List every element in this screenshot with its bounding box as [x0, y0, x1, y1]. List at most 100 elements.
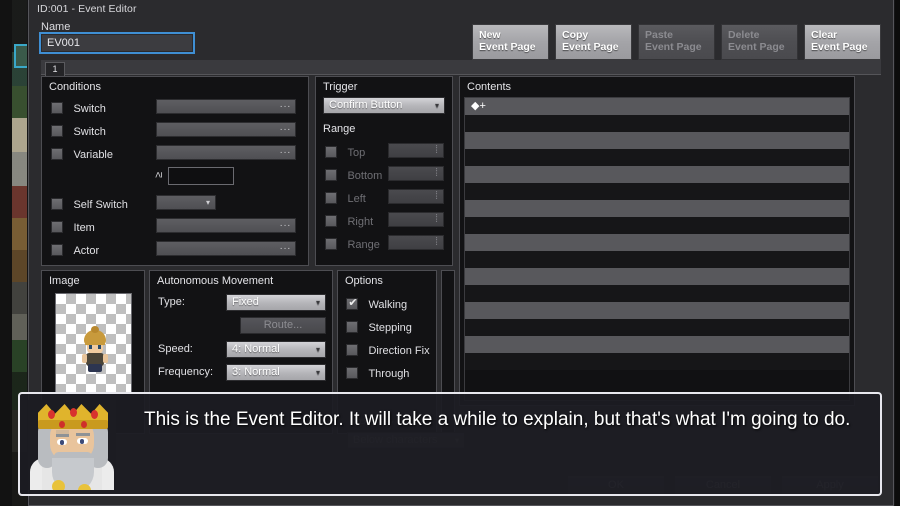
through-label: Through [368, 368, 410, 380]
copy-event-page-line1: Copy [562, 29, 589, 41]
options-title: Options [345, 275, 383, 287]
contents-row[interactable] [465, 115, 849, 132]
range-top-checkbox [325, 146, 337, 158]
autonomous-movement-title: Autonomous Movement [157, 275, 274, 287]
self-switch-select[interactable] [156, 195, 216, 210]
name-input[interactable]: EV001 [41, 34, 193, 52]
switch-1-checkbox[interactable] [51, 102, 63, 114]
switch-2-field[interactable]: ··· [156, 122, 296, 137]
contents-title: Contents [467, 81, 512, 93]
variable-checkbox[interactable] [51, 148, 63, 160]
trigger-title: Trigger [323, 81, 358, 93]
self-switch-label: Self Switch [73, 199, 128, 211]
range-left-input [388, 189, 444, 204]
item-ellipsis-icon: ··· [279, 220, 291, 231]
direction-fix-checkbox[interactable] [346, 344, 358, 356]
copy-event-page-button[interactable]: Copy Event Page [555, 24, 632, 60]
through-checkbox[interactable] [346, 367, 358, 379]
comparison-operator[interactable]: ≥ [153, 172, 165, 178]
actor-field[interactable]: ··· [156, 241, 296, 256]
contents-row[interactable] [465, 302, 849, 319]
movement-speed-select[interactable]: 4: Normal [226, 341, 326, 358]
range-bottom-label: Bottom [347, 170, 383, 182]
condition-row-variable[interactable]: Variable [51, 145, 113, 161]
stepping-label: Stepping [368, 322, 412, 334]
contents-row[interactable] [465, 132, 849, 149]
item-checkbox[interactable] [51, 221, 63, 233]
contents-row[interactable] [465, 200, 849, 217]
new-event-page-button[interactable]: New Event Page [472, 24, 549, 60]
switch-1-field[interactable]: ··· [156, 99, 296, 114]
event-page-toolbar: New Event Page Copy Event Page Paste Eve… [472, 24, 881, 60]
comparison-value-input[interactable] [168, 167, 234, 185]
contents-row[interactable] [465, 319, 849, 336]
range-row-bottom: Bottom [325, 166, 382, 182]
contents-row[interactable] [465, 234, 849, 251]
condition-row-item[interactable]: Item [51, 218, 95, 234]
condition-row-switch-2[interactable]: Switch [51, 122, 106, 138]
clear-event-page-line1: Clear [811, 29, 838, 41]
condition-row-actor[interactable]: Actor [51, 241, 99, 257]
contents-row[interactable] [465, 268, 849, 285]
contents-row[interactable] [465, 183, 849, 200]
contents-row[interactable]: ◆+ [465, 98, 849, 115]
paste-event-page-button: Paste Event Page [638, 24, 715, 60]
contents-row[interactable] [465, 166, 849, 183]
message-box[interactable]: This is the Event Editor. It will take a… [18, 392, 882, 496]
movement-frequency-select[interactable]: 3: Normal [226, 364, 326, 381]
movement-speed-label: Speed: [158, 343, 193, 355]
movement-type-label: Type: [158, 296, 185, 308]
range-top-input [388, 143, 444, 158]
movement-frequency-label: Frequency: [158, 366, 214, 378]
contents-panel: Contents ◆+ [459, 76, 855, 406]
contents-row[interactable] [465, 336, 849, 353]
option-through[interactable]: Through [346, 364, 409, 380]
option-stepping[interactable]: Stepping [346, 318, 412, 334]
variable-ellipsis-icon: ··· [279, 147, 291, 158]
trigger-select[interactable]: Confirm Button [323, 97, 445, 114]
clear-event-page-button[interactable]: Clear Event Page [804, 24, 881, 60]
contents-row[interactable] [465, 217, 849, 234]
switch-1-label: Switch [73, 103, 106, 115]
option-walking[interactable]: Walking [346, 295, 407, 311]
actor-label: Actor [73, 245, 100, 257]
range-title: Range [323, 123, 356, 135]
character-sprite [80, 326, 110, 374]
actor-checkbox[interactable] [51, 244, 63, 256]
tab-page-1[interactable]: 1 [45, 62, 65, 76]
contents-list[interactable]: ◆+ [464, 97, 850, 401]
delete-event-page-line2: Event Page [728, 41, 785, 53]
range-top-label: Top [347, 147, 366, 159]
window-title: ID:001 - Event Editor [29, 0, 893, 18]
variable-label: Variable [73, 149, 113, 161]
range-right-checkbox [325, 215, 337, 227]
range-bottom-checkbox [325, 169, 337, 181]
map-edge-right [893, 0, 900, 506]
contents-row[interactable] [465, 251, 849, 268]
contents-row[interactable] [465, 149, 849, 166]
character-image-preview[interactable] [55, 293, 132, 393]
direction-fix-label: Direction Fix [368, 345, 430, 357]
switch-2-ellipsis-icon: ··· [279, 124, 291, 135]
condition-row-switch-1[interactable]: Switch [51, 99, 106, 115]
movement-type-select[interactable]: Fixed [226, 294, 326, 311]
actor-ellipsis-icon: ··· [279, 243, 291, 254]
walking-checkbox[interactable] [346, 296, 359, 310]
condition-row-self-switch[interactable]: Self Switch [51, 195, 128, 211]
self-switch-checkbox[interactable] [51, 198, 63, 210]
switch-1-ellipsis-icon: ··· [279, 101, 291, 112]
range-range-checkbox [325, 238, 337, 250]
range-range-input [388, 235, 444, 250]
range-row-top: Top [325, 143, 365, 159]
conditions-title: Conditions [49, 81, 101, 93]
walking-label: Walking [368, 299, 408, 311]
contents-row[interactable] [465, 285, 849, 302]
range-row-range: Range [325, 235, 380, 251]
variable-field[interactable]: ··· [156, 145, 296, 160]
stepping-checkbox[interactable] [346, 321, 358, 333]
range-left-checkbox [325, 192, 337, 204]
switch-2-checkbox[interactable] [51, 125, 63, 137]
item-field[interactable]: ··· [156, 218, 296, 233]
contents-row[interactable] [465, 353, 849, 370]
option-direction-fix[interactable]: Direction Fix [346, 341, 430, 357]
